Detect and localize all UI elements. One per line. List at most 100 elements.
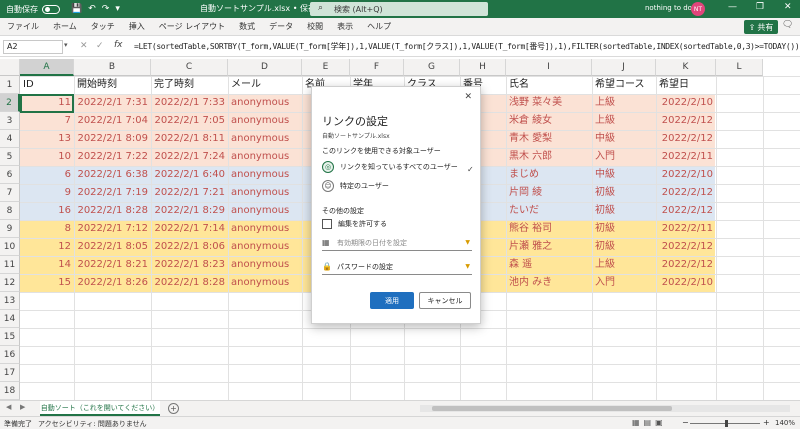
- cell-end-time[interactable]: 2022/2/1 8:11: [151, 130, 228, 148]
- cell-course[interactable]: 入門: [592, 274, 656, 292]
- cell-date[interactable]: 2022/2/12: [656, 238, 716, 256]
- cell-course[interactable]: 中級: [592, 130, 656, 148]
- column-header-h[interactable]: H: [460, 59, 506, 76]
- row-header-7[interactable]: 7: [0, 184, 20, 202]
- scroll-sheets-right-icon[interactable]: ▶: [20, 403, 25, 411]
- row-header-16[interactable]: 16: [0, 346, 20, 364]
- cell-date[interactable]: 2022/2/12: [656, 112, 716, 130]
- redo-icon[interactable]: ↷: [99, 4, 113, 14]
- undo-icon[interactable]: ↶: [85, 4, 99, 14]
- cell-full-name[interactable]: まじめ: [506, 166, 592, 184]
- tab-review[interactable]: 校閲: [300, 21, 330, 32]
- cell-start-time[interactable]: 2022/2/1 7:12: [74, 220, 151, 238]
- cell-id[interactable]: 9: [20, 184, 74, 202]
- cell-date[interactable]: 2022/2/12: [656, 184, 716, 202]
- zoom-in-icon[interactable]: +: [763, 418, 770, 427]
- cell-date[interactable]: 2022/2/10: [656, 166, 716, 184]
- cell-full-name[interactable]: 熊谷 裕司: [506, 220, 592, 238]
- cell-start-time[interactable]: 2022/2/1 7:31: [74, 94, 151, 112]
- cell-start-time[interactable]: 2022/2/1 7:22: [74, 148, 151, 166]
- cell-date[interactable]: 2022/2/12: [656, 202, 716, 220]
- minimize-icon[interactable]: —: [728, 2, 737, 12]
- cell-start-time[interactable]: 2022/2/1 8:21: [74, 256, 151, 274]
- column-header-k[interactable]: K: [656, 59, 716, 76]
- cell-date[interactable]: 2022/2/11: [656, 220, 716, 238]
- cell-full-name[interactable]: 池内 みき: [506, 274, 592, 292]
- tab-home[interactable]: ホーム: [46, 21, 84, 32]
- avatar[interactable]: NT: [691, 2, 705, 16]
- cell-full-name[interactable]: 青木 愛梨: [506, 130, 592, 148]
- cell-end-time[interactable]: 2022/2/1 8:29: [151, 202, 228, 220]
- name-box[interactable]: A2: [3, 40, 63, 54]
- comment-icon[interactable]: 🗨: [782, 20, 793, 30]
- row-header-10[interactable]: 10: [0, 238, 20, 256]
- cancel-edit-icon[interactable]: ✕: [80, 41, 88, 51]
- restore-icon[interactable]: ❐: [756, 2, 764, 12]
- cell-course[interactable]: 初級: [592, 238, 656, 256]
- checkbox-box[interactable]: [322, 219, 332, 229]
- view-mode-icons[interactable]: ▦▤▣: [632, 418, 667, 427]
- cell-date[interactable]: 2022/2/10: [656, 94, 716, 112]
- option-anyone-with-link[interactable]: ◎ リンクを知っているすべてのユーザー: [322, 160, 458, 174]
- close-icon[interactable]: ✕: [464, 92, 472, 102]
- tab-insert[interactable]: 挿入: [122, 21, 152, 32]
- row-header-4[interactable]: 4: [0, 130, 20, 148]
- cell-full-name[interactable]: 森 遥: [506, 256, 592, 274]
- cell-start-time[interactable]: 2022/2/1 7:19: [74, 184, 151, 202]
- row-header-18[interactable]: 18: [0, 382, 20, 400]
- header-cell-a[interactable]: ID: [20, 76, 74, 94]
- cell-end-time[interactable]: 2022/2/1 7:33: [151, 94, 228, 112]
- user-name[interactable]: nothing to do: [645, 4, 692, 12]
- column-header-e[interactable]: E: [302, 59, 350, 76]
- search-input[interactable]: ⌕ 検索 (Alt+Q): [310, 2, 488, 16]
- column-header-c[interactable]: C: [151, 59, 228, 76]
- cell-start-time[interactable]: 2022/2/1 7:04: [74, 112, 151, 130]
- header-cell-j[interactable]: 希望コース: [592, 76, 656, 94]
- cell-start-time[interactable]: 2022/2/1 6:38: [74, 166, 151, 184]
- cell-date[interactable]: 2022/2/11: [656, 148, 716, 166]
- expiry-date-field[interactable]: ▦ 有効期限の日付を設定 ▼: [322, 235, 472, 251]
- scroll-sheets-left-icon[interactable]: ◀: [6, 403, 11, 411]
- tab-data[interactable]: データ: [262, 21, 300, 32]
- allow-edit-checkbox[interactable]: 編集を許可する: [322, 219, 387, 229]
- row-header-12[interactable]: 12: [0, 274, 20, 292]
- row-header-1[interactable]: 1: [0, 76, 20, 94]
- row-header-5[interactable]: 5: [0, 148, 20, 166]
- autosave-control[interactable]: 自動保存: [0, 4, 60, 15]
- cell-start-time[interactable]: 2022/2/1 8:05: [74, 238, 151, 256]
- cell-end-time[interactable]: 2022/2/1 7:05: [151, 112, 228, 130]
- cancel-button[interactable]: キャンセル: [419, 292, 471, 309]
- cell-course[interactable]: 上級: [592, 94, 656, 112]
- select-all-corner[interactable]: [0, 59, 20, 76]
- cell-full-name[interactable]: たいだ: [506, 202, 592, 220]
- cell-course[interactable]: 中級: [592, 166, 656, 184]
- autosave-toggle[interactable]: [42, 4, 60, 14]
- cell-id[interactable]: 12: [20, 238, 74, 256]
- cell-course[interactable]: 初級: [592, 220, 656, 238]
- cell-date[interactable]: 2022/2/10: [656, 274, 716, 292]
- cell-course[interactable]: 初級: [592, 184, 656, 202]
- cell-full-name[interactable]: 米倉 綾女: [506, 112, 592, 130]
- cell-id[interactable]: 16: [20, 202, 74, 220]
- header-cell-i[interactable]: 氏名: [506, 76, 592, 94]
- cell-full-name[interactable]: 浅野 菜々美: [506, 94, 592, 112]
- row-header-3[interactable]: 3: [0, 112, 20, 130]
- cell-id[interactable]: 7: [20, 112, 74, 130]
- row-header-11[interactable]: 11: [0, 256, 20, 274]
- cell-start-time[interactable]: 2022/2/1 8:28: [74, 202, 151, 220]
- cell-id[interactable]: 14: [20, 256, 74, 274]
- column-header-i[interactable]: I: [506, 59, 592, 76]
- row-header-17[interactable]: 17: [0, 364, 20, 382]
- chevron-down-icon[interactable]: ▼: [465, 263, 470, 270]
- cell-course[interactable]: 上級: [592, 256, 656, 274]
- header-cell-k[interactable]: 希望日: [656, 76, 716, 94]
- formula-input[interactable]: =LET(sortedTable,SORTBY(T_form,VALUE(T_f…: [134, 41, 800, 52]
- name-box-dropdown-icon[interactable]: ▾: [64, 41, 68, 49]
- cell-id[interactable]: 15: [20, 274, 74, 292]
- cell-start-time[interactable]: 2022/2/1 8:26: [74, 274, 151, 292]
- confirm-edit-icon[interactable]: ✓: [96, 41, 104, 51]
- cell-end-time[interactable]: 2022/2/1 6:40: [151, 166, 228, 184]
- zoom-out-icon[interactable]: −: [682, 418, 689, 427]
- close-window-icon[interactable]: ✕: [784, 2, 792, 12]
- row-header-15[interactable]: 15: [0, 328, 20, 346]
